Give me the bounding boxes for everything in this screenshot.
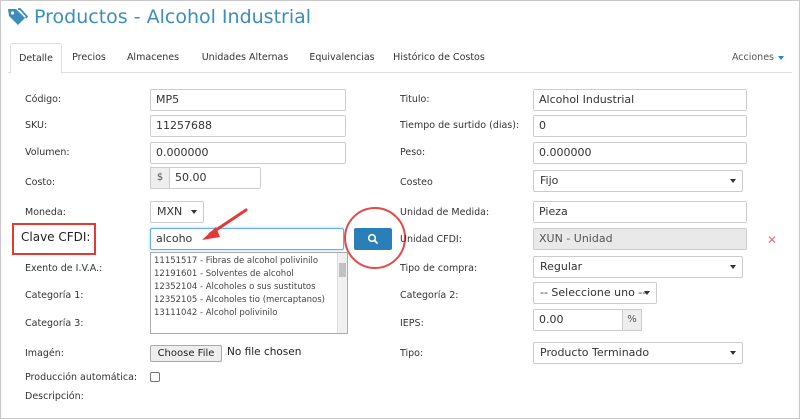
scrollbar-thumb[interactable] [339,263,346,277]
tipo-compra-select[interactable]: Regular [533,256,743,278]
tipo-compra-value: Regular [540,260,583,273]
suggestion-item[interactable]: 12352105 - Alcoholes tio (mercaptanos) [151,294,347,307]
tipo-compra-label: Tipo de compra: [400,263,478,274]
imagen-label: Imagén: [25,348,64,359]
categoria2-select[interactable]: -- Seleccione uno -- [533,282,657,304]
tab-historico-costos[interactable]: Histórico de Costos [386,43,492,73]
search-button[interactable] [354,228,392,250]
costo-input[interactable]: 50.00 [169,167,261,189]
suggestions-scrollbar[interactable] [337,253,347,333]
tipo-label: Tipo: [400,348,424,359]
peso-label: Peso: [400,147,426,158]
chevron-down-icon [644,291,650,295]
caret-down-icon [778,55,784,60]
chevron-down-icon [730,179,736,183]
moneda-value: MXN [157,205,183,218]
categoria2-value: -- Seleccione uno -- [540,286,647,299]
suggestion-item[interactable]: 13111042 - Alcohol polivinilo [151,307,347,320]
annotation-arrow-icon [202,208,248,240]
tiempo-surtido-label: Tiempo de surtido (dias): [400,120,520,131]
search-icon [367,233,378,244]
tab-precios[interactable]: Precios [66,43,112,73]
costeo-label: Costeo [400,177,433,188]
sku-label: SKU: [25,120,48,131]
unidad-cfdi-input: XUN - Unidad [533,228,747,250]
choose-file-button[interactable]: Choose File [150,345,222,362]
unidad-cfdi-label: Unidad CFDI: [400,234,462,245]
clave-cfdi-label: Clave CFDI: [21,230,91,244]
categoria1-label: Categoría 1: [25,290,84,301]
close-icon[interactable]: ✕ [767,233,777,247]
suggestion-item[interactable]: 12352104 - Alcoholes o sus sustitutos [151,281,347,294]
acciones-label: Acciones [731,52,774,63]
tipo-select[interactable]: Producto Terminado [533,342,743,364]
titulo-input[interactable]: Alcohol Industrial [533,89,747,111]
tab-almacenes[interactable]: Almacenes [118,43,188,73]
unidad-medida-input[interactable]: Pieza [533,201,747,223]
chevron-down-icon [730,265,736,269]
sku-input[interactable]: 11257688 [150,115,346,137]
codigo-input[interactable]: MP5 [150,89,346,111]
costeo-select[interactable]: Fijo [533,170,743,192]
tab-unidades-alternas[interactable]: Unidades Alternas [194,43,296,73]
tags-icon [8,8,28,25]
suggestion-item[interactable]: 12191601 - Solventes de alcohol [151,268,347,281]
chevron-down-icon [730,351,736,355]
tiempo-surtido-input[interactable]: 0 [533,115,747,137]
tab-equivalencias[interactable]: Equivalencias [302,43,382,73]
ieps-input[interactable]: 0.00 [533,309,623,331]
costo-label: Costo: [25,177,56,188]
volumen-label: Volumen: [25,147,70,158]
exento-iva-label: Exento de I.V.A.: [25,263,103,274]
tab-detalle[interactable]: Detalle [10,43,62,74]
suggestion-item[interactable]: 11151517 - Fibras de alcohol polivinilo [151,255,347,268]
tab-bar: Detalle Precios Almacenes Unidades Alter… [8,43,792,74]
costo-currency-addon: $ [150,167,170,189]
ieps-percent-addon: % [622,309,642,331]
produccion-automatica-label: Producción automática: [25,372,138,383]
peso-input[interactable]: 0.000000 [533,142,747,164]
volumen-input[interactable]: 0.000000 [150,142,346,164]
acciones-dropdown[interactable]: Acciones [732,43,784,73]
page-title: Productos - Alcohol Industrial [34,6,312,28]
clave-cfdi-suggestions[interactable]: 11151517 - Fibras de alcohol polivinilo … [150,252,348,334]
unidad-medida-label: Unidad de Medida: [400,207,490,218]
produccion-automatica-checkbox[interactable] [150,372,160,382]
page-header: Productos - Alcohol Industrial [6,2,311,32]
categoria3-label: Categoría 3: [25,318,84,329]
tipo-value: Producto Terminado [540,346,650,359]
file-status-text: No file chosen [227,346,302,358]
codigo-label: Código: [25,94,62,105]
ieps-label: IEPS: [400,318,424,329]
descripcion-label: Descripción: [25,391,84,402]
costeo-value: Fijo [540,174,559,187]
categoria2-label: Categoría 2: [400,290,459,301]
moneda-label: Moneda: [25,207,66,218]
titulo-label: Titulo: [400,94,430,105]
